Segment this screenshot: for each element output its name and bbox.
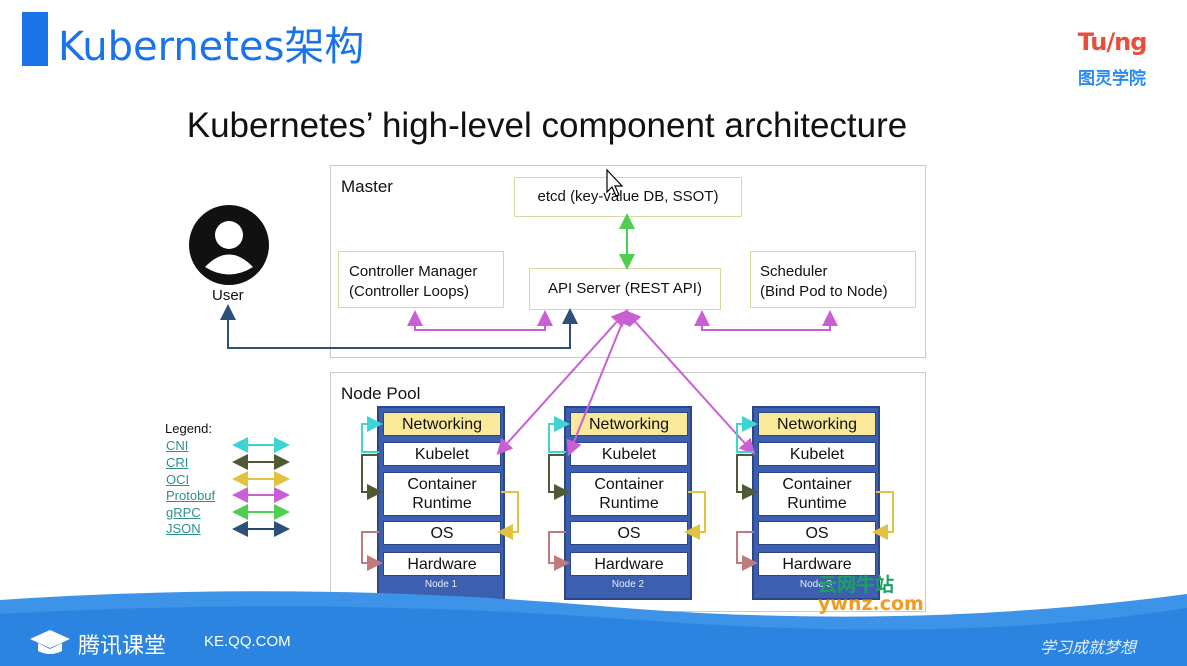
api-kubelet-2-link xyxy=(566,308,630,457)
node2-cni-link xyxy=(548,416,570,453)
node1-hw-link xyxy=(361,531,383,571)
legend-item-cri: CRI xyxy=(166,455,189,470)
legend-item-protobuf: Protobuf xyxy=(166,488,216,503)
footer-wave xyxy=(0,591,1187,666)
api-kubelet-1-link xyxy=(496,310,628,455)
node1-cri-link xyxy=(361,454,383,500)
graduation-cap-icon xyxy=(30,630,70,654)
footer-slogan: 学习成就梦想 xyxy=(1040,638,1137,657)
legend-item-json: JSON xyxy=(166,521,201,536)
connector-layer xyxy=(220,168,894,571)
node1-oci-link xyxy=(497,491,519,540)
footer-brand: 腾讯课堂 xyxy=(78,634,167,659)
watermark-line-2: ywnz.com xyxy=(818,593,924,615)
footer-url: KE.QQ.COM xyxy=(204,633,291,650)
mouse-cursor-icon xyxy=(606,168,624,197)
api-kubelet-3-link xyxy=(624,310,756,455)
scheduler-api-link xyxy=(694,310,838,331)
controller-api-link xyxy=(407,310,553,331)
node2-oci-link xyxy=(684,491,706,540)
node3-oci-link xyxy=(872,491,894,540)
legend-title: Legend: xyxy=(165,421,212,436)
watermark: 云网牛站 ywnz.com xyxy=(818,570,924,615)
node2-hw-link xyxy=(548,531,570,571)
node3-cri-link xyxy=(736,454,758,500)
node2-cri-link xyxy=(548,454,570,500)
legend-item-grpc: gRPC xyxy=(166,505,201,520)
node3-hw-link xyxy=(736,531,758,571)
legend-item-oci: OCI xyxy=(166,472,190,487)
node1-cni-link xyxy=(361,416,383,453)
legend-item-cni: CNI xyxy=(166,438,189,453)
